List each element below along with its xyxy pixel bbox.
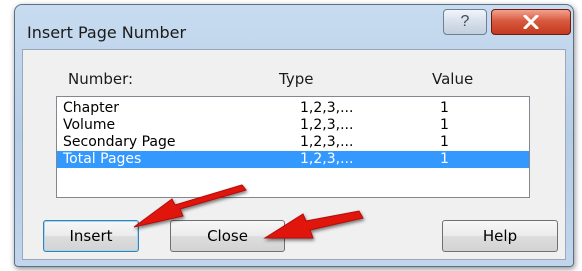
item-value: 1 xyxy=(440,100,449,116)
close-icon xyxy=(523,15,539,29)
question-mark-icon: ? xyxy=(460,13,470,30)
titlebar-help-button[interactable]: ? xyxy=(443,9,487,35)
page-number-list[interactable]: Chapter 1,2,3,... 1 Volume 1,2,3,... 1 S… xyxy=(56,96,530,198)
item-number: Secondary Page xyxy=(63,134,176,150)
item-type: 1,2,3,... xyxy=(300,151,354,167)
item-number: Volume xyxy=(63,117,116,133)
list-item-selected[interactable]: Total Pages 1,2,3,... 1 xyxy=(57,151,529,168)
item-type: 1,2,3,... xyxy=(300,134,354,150)
titlebar-close-button[interactable] xyxy=(491,9,571,35)
list-item[interactable]: Volume 1,2,3,... 1 xyxy=(57,117,529,134)
dialog-title: Insert Page Number xyxy=(27,23,187,42)
value-column-header: Value xyxy=(432,70,474,88)
list-item[interactable]: Secondary Page 1,2,3,... 1 xyxy=(57,134,529,151)
item-value: 1 xyxy=(440,151,449,167)
number-column-header: Number: xyxy=(68,70,134,88)
item-number: Chapter xyxy=(63,100,119,116)
help-button[interactable]: Help xyxy=(442,220,558,252)
list-item[interactable]: Chapter 1,2,3,... 1 xyxy=(57,100,529,117)
insert-button[interactable]: Insert xyxy=(43,220,139,252)
item-type: 1,2,3,... xyxy=(300,100,354,116)
item-value: 1 xyxy=(440,134,449,150)
type-column-header: Type xyxy=(279,70,314,88)
item-value: 1 xyxy=(440,117,449,133)
dialog-body: Number: Type Value Chapter 1,2,3,... 1 V… xyxy=(22,49,566,260)
insert-page-number-dialog: Insert Page Number ? Number: Type Value … xyxy=(14,4,574,267)
item-type: 1,2,3,... xyxy=(300,117,354,133)
item-number: Total Pages xyxy=(63,151,142,167)
close-button[interactable]: Close xyxy=(170,220,285,252)
